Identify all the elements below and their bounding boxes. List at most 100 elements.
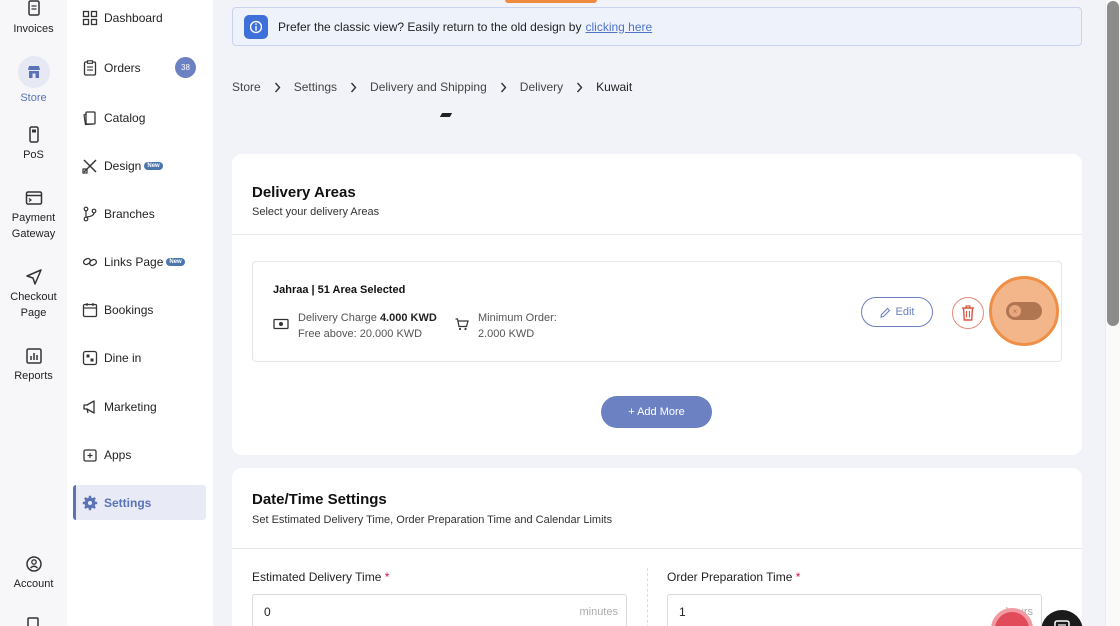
menu-item-label: Dine in: [104, 350, 142, 365]
area-enabled-toggle[interactable]: ×: [1006, 302, 1042, 320]
page-scrollbar[interactable]: [1105, 0, 1120, 626]
menu-sidebar: Dashboard Orders 38 Catalog Design New B…: [67, 0, 213, 626]
breadcrumb: Store Settings Delivery and Shipping Del…: [232, 80, 632, 94]
delivery-charge-info: Delivery Charge 4.000 KWD Free above: 20…: [273, 310, 437, 342]
free-above: Free above: 20.000 KWD: [298, 328, 423, 340]
required-mark: *: [384, 570, 390, 584]
breadcrumb-delivery[interactable]: Delivery: [520, 80, 563, 94]
preparation-time-label: Order Preparation Time *: [667, 570, 800, 584]
link-icon: [82, 257, 98, 266]
datetime-settings-card: Date/Time Settings Set Estimated Deliver…: [232, 468, 1082, 626]
breadcrumb-kuwait: Kuwait: [596, 80, 633, 94]
delivery-areas-card: Delivery Areas Select your delivery Area…: [232, 154, 1082, 455]
account-icon: [25, 556, 42, 572]
menu-item-dine-in[interactable]: Dine in: [73, 340, 206, 375]
rail-item-reports[interactable]: Reports: [0, 347, 67, 384]
menu-item-catalog[interactable]: Catalog: [73, 100, 206, 135]
column-divider: [647, 568, 648, 626]
card-icon: [25, 191, 42, 205]
menu-item-apps[interactable]: Apps: [73, 437, 206, 472]
chevron-right-icon: [274, 82, 281, 92]
dine-icon: [82, 350, 98, 365]
rail-label: Checkout: [10, 291, 57, 303]
menu-item-label: Orders: [104, 60, 141, 75]
section-title: Delivery Areas: [252, 184, 356, 201]
toggle-off-icon: ×: [1009, 305, 1021, 317]
menu-item-settings[interactable]: Settings: [73, 485, 206, 520]
calendar-icon: [82, 302, 98, 317]
breadcrumb-store[interactable]: Store: [232, 80, 261, 94]
menu-item-branches[interactable]: Branches: [73, 196, 206, 231]
logout-icon: [26, 617, 39, 626]
partial-element: [439, 113, 453, 117]
catalog-icon: [83, 110, 96, 125]
input-unit: minutes: [579, 606, 618, 618]
classic-view-link[interactable]: clicking here: [585, 20, 652, 34]
rail-item-pos[interactable]: PoS: [0, 126, 67, 163]
menu-item-label: Branches: [104, 206, 155, 221]
min-order-label: Minimum Order:: [478, 312, 557, 324]
input-value: 1: [679, 605, 686, 619]
breadcrumb-delivery-shipping[interactable]: Delivery and Shipping: [370, 80, 487, 94]
input-value: 0: [264, 605, 271, 619]
chevron-right-icon: [577, 82, 583, 92]
section-subtitle: Select your delivery Areas: [252, 206, 380, 218]
rail-label: Gateway: [11, 228, 56, 240]
menu-item-label: Design: [104, 158, 142, 173]
estimated-delivery-input[interactable]: 0 minutes: [252, 594, 627, 626]
cart-icon: [455, 318, 469, 331]
pencil-icon: [879, 307, 890, 318]
edit-button[interactable]: Edit: [861, 297, 933, 327]
gear-icon: [82, 495, 98, 510]
menu-item-marketing[interactable]: Marketing: [73, 389, 206, 424]
section-subtitle: Set Estimated Delivery Time, Order Prepa…: [252, 514, 613, 526]
minimum-order-info: Minimum Order: 2.000 KWD: [455, 310, 557, 342]
send-icon: [25, 269, 42, 285]
rail-label: PoS: [23, 149, 44, 161]
estimated-delivery-label: Estimated Delivery Time *: [252, 570, 389, 584]
menu-item-label: Settings: [104, 495, 152, 510]
brush-icon: [82, 159, 97, 174]
scrollbar-thumb[interactable]: [1107, 1, 1119, 326]
required-mark: *: [795, 570, 801, 584]
menu-item-design[interactable]: Design New: [73, 148, 206, 183]
edit-label: Edit: [895, 306, 915, 318]
rail-label: Page: [20, 307, 47, 319]
notice-text: Prefer the classic view? Easily return t…: [278, 19, 582, 34]
grid-icon: [82, 10, 98, 25]
rail-item-account[interactable]: Account: [0, 555, 67, 592]
icon-rail: Invoices Store PoS Payment Gateway Check…: [0, 0, 67, 626]
rail-item-invoices[interactable]: Invoices: [0, 0, 67, 37]
rail-label: Reports: [14, 370, 53, 382]
menu-item-dashboard[interactable]: Dashboard: [73, 0, 206, 35]
new-badge: New: [166, 257, 185, 266]
invoice-icon: [27, 0, 40, 16]
rail-item-store[interactable]: Store: [0, 56, 67, 106]
pos-icon: [28, 126, 39, 143]
menu-item-label: Links Page: [104, 254, 164, 269]
preparation-time-input[interactable]: 1 hours: [667, 594, 1042, 626]
menu-item-bookings[interactable]: Bookings: [73, 292, 206, 327]
rail-item-more[interactable]: [0, 616, 67, 626]
top-banner-tab: [505, 0, 597, 3]
label-text: Order Preparation Time: [667, 570, 793, 584]
add-more-button[interactable]: + Add More: [601, 396, 712, 428]
store-icon: [27, 66, 40, 78]
delivery-area-item: Jahraa | 51 Area Selected Delivery Charg…: [252, 261, 1062, 362]
info-icon: [244, 14, 268, 39]
min-order-value: 2.000 KWD: [478, 328, 535, 340]
rail-item-payment-gateway[interactable]: Payment Gateway: [0, 189, 67, 242]
delete-button[interactable]: [952, 297, 984, 329]
menu-item-label: Dashboard: [104, 10, 163, 25]
rail-label: Account: [13, 578, 54, 590]
rail-item-checkout-page[interactable]: Checkout Page: [0, 268, 67, 321]
menu-item-orders[interactable]: Orders 38: [73, 50, 206, 85]
orders-count-badge: 38: [175, 57, 196, 78]
apps-icon: [83, 448, 97, 462]
clipboard-icon: [83, 59, 97, 76]
breadcrumb-settings[interactable]: Settings: [294, 80, 337, 94]
branch-icon: [83, 206, 97, 221]
menu-item-label: Catalog: [104, 110, 146, 125]
menu-item-links-page[interactable]: Links Page New: [73, 244, 206, 279]
main-content: Prefer the classic view? Easily return t…: [213, 0, 1105, 626]
